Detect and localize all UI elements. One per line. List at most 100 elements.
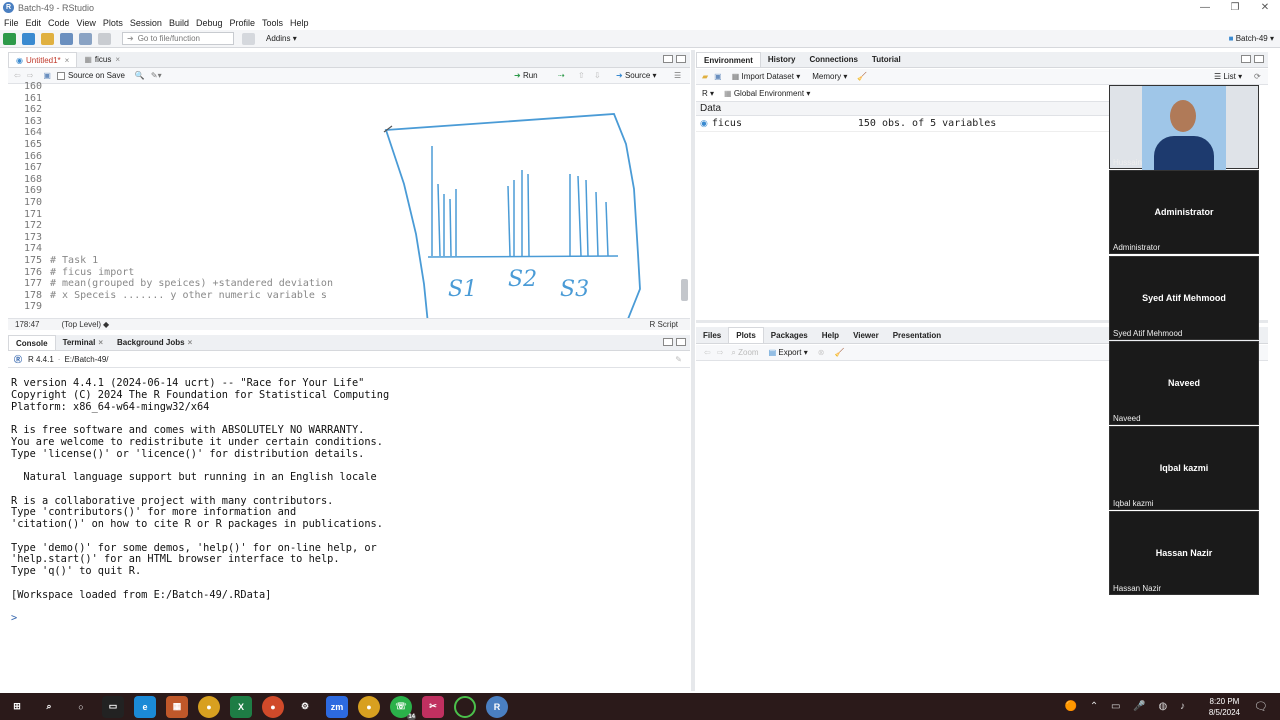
console-output[interactable]: R version 4.4.1 (2024-06-14 ucrt) -- "Ra… (8, 368, 690, 690)
code-line[interactable] (50, 81, 333, 93)
grid-layout-icon[interactable] (242, 32, 255, 45)
chrome-icon-3[interactable]: ● (358, 695, 380, 718)
code-line[interactable] (50, 232, 333, 244)
zoom-button[interactable]: ⌕ Zoom (731, 348, 758, 358)
close-tab-icon[interactable]: × (98, 338, 103, 347)
save-icon[interactable]: ▣ (43, 71, 51, 80)
task-view-icon[interactable]: ○ (70, 696, 92, 718)
minimize-pane-icon[interactable] (663, 55, 673, 63)
remove-plot-icon[interactable]: ⊗ (818, 348, 825, 357)
menu-file[interactable]: File (0, 18, 22, 28)
chrome-icon-2[interactable]: ● (262, 695, 284, 718)
broom-icon[interactable]: 🧹 (857, 72, 867, 81)
close-tab-icon[interactable]: × (188, 338, 193, 347)
tab-files[interactable]: Files (696, 327, 728, 343)
forward-icon[interactable]: ⇨ (27, 71, 34, 80)
tab-background-jobs[interactable]: Background Jobs × (110, 335, 199, 350)
whatsapp-icon[interactable]: ☏ 14 (390, 695, 416, 720)
chrome-icon[interactable]: ● (198, 695, 220, 718)
close-tab-icon[interactable]: × (65, 56, 70, 65)
system-clock[interactable]: 8:20 PM 8/5/2024 (1209, 696, 1240, 718)
scope-dropdown[interactable]: ▦ Global Environment ▾ (724, 89, 810, 98)
code-line[interactable] (50, 127, 333, 139)
tab-viewer[interactable]: Viewer (846, 327, 886, 343)
tab-help[interactable]: Help (815, 327, 846, 343)
menu-edit[interactable]: Edit (22, 18, 45, 28)
settings-icon[interactable]: ⚙ (294, 696, 316, 718)
menu-view[interactable]: View (73, 18, 99, 28)
tab-ficus[interactable]: ▦ ficus × (77, 52, 127, 67)
export-button[interactable]: ▤ Export ▾ (769, 348, 808, 357)
clear-plots-icon[interactable]: 🧹 (834, 348, 844, 357)
rerun-icon[interactable]: ⇢ (558, 71, 565, 80)
code-line[interactable] (50, 301, 333, 313)
load-workspace-icon[interactable]: ▰ (702, 72, 708, 81)
prev-plot-icon[interactable]: ⇦ (704, 348, 711, 357)
console-text[interactable]: R version 4.4.1 (2024-06-14 ucrt) -- "Ra… (11, 377, 389, 625)
expand-icon[interactable]: ◉ (700, 118, 708, 129)
save-icon[interactable] (60, 32, 73, 45)
tab-console[interactable]: Console (8, 335, 56, 350)
code-line[interactable]: # ficus import (50, 267, 333, 279)
menu-code[interactable]: Code (44, 18, 73, 28)
save-workspace-icon[interactable]: ▣ (714, 72, 722, 81)
participant-tile[interactable]: Iqbal kazmi Iqbal kazmi (1109, 426, 1259, 510)
edge-icon[interactable]: e (134, 695, 156, 718)
tab-plots[interactable]: Plots (728, 327, 764, 343)
next-plot-icon[interactable]: ⇨ (717, 348, 724, 357)
print-icon[interactable] (98, 32, 111, 45)
notification-icon[interactable]: 🗨 (1254, 700, 1268, 713)
menu-session[interactable]: Session (126, 18, 165, 28)
code-line[interactable] (50, 243, 333, 255)
search-icon[interactable]: ⌕ (38, 696, 60, 718)
code-line[interactable] (50, 162, 333, 174)
code-editor[interactable]: 160 161 162 163 164 165 166 167 168 169 170 171 172 1… (8, 81, 690, 318)
code-line[interactable] (50, 93, 333, 105)
code-line[interactable] (50, 185, 333, 197)
clear-console-icon[interactable]: ✎ (675, 355, 682, 364)
tab-environment[interactable]: Environment (696, 52, 761, 67)
wand-icon[interactable]: ✎▾ (151, 71, 162, 80)
menu-build[interactable]: Build (165, 18, 192, 28)
import-dataset-button[interactable]: ▦ Import Dataset ▾ (732, 72, 801, 81)
code-line[interactable] (50, 209, 333, 221)
code-line[interactable] (50, 151, 333, 163)
tab-packages[interactable]: Packages (764, 327, 815, 343)
menu-tools[interactable]: Tools (258, 18, 286, 28)
refresh-icon[interactable]: ⟳ (1254, 72, 1261, 81)
project-menu[interactable]: ■ Batch-49 ▾ (1229, 34, 1274, 43)
tab-presentation[interactable]: Presentation (886, 327, 948, 343)
windows-start-icon[interactable]: ⊞ (6, 696, 28, 718)
snipping-tool-icon[interactable]: ✂ (422, 695, 444, 718)
minimize-pane-icon[interactable] (663, 338, 673, 346)
source-on-save-checkbox[interactable] (56, 71, 65, 80)
maximize-pane-icon[interactable] (676, 338, 686, 346)
language-dropdown[interactable]: R ▾ (702, 89, 714, 98)
maximize-pane-icon[interactable] (1254, 55, 1264, 63)
maximize-pane-icon[interactable] (676, 55, 686, 63)
minimize-pane-icon[interactable] (1241, 55, 1251, 63)
participant-tile[interactable]: Hussain (1109, 85, 1259, 170)
tab-connections[interactable]: Connections (802, 52, 864, 67)
scope-indicator[interactable]: (Top Level) (61, 320, 101, 329)
participant-tile[interactable]: Syed Atif Mehmood Syed Atif Mehmood (1109, 256, 1259, 340)
restore-icon[interactable]: ❐ (1220, 0, 1250, 15)
code-line[interactable] (50, 174, 333, 186)
circle-app-icon[interactable] (454, 695, 476, 718)
pane-splitter[interactable] (691, 50, 695, 691)
menu-profile[interactable]: Profile (226, 18, 259, 28)
tab-untitled1[interactable]: ◉ Untitled1* × (8, 52, 78, 67)
participant-tile[interactable]: Naveed Naveed (1109, 341, 1259, 425)
zoom-app-icon[interactable]: zm (326, 695, 348, 718)
search-icon[interactable]: 🔍 (135, 71, 145, 80)
menu-debug[interactable]: Debug (192, 18, 226, 28)
open-file-icon[interactable] (41, 32, 54, 45)
close-icon[interactable]: ✕ (1250, 0, 1280, 15)
code-line[interactable] (50, 220, 333, 232)
tray-icons[interactable]: 🟠 ⌃ ▭ 🎤 ◍ ♪ (1065, 701, 1190, 712)
addins-button[interactable]: Addins ▾ (266, 34, 297, 43)
excel-icon[interactable]: X (230, 695, 252, 718)
new-project-icon[interactable] (22, 32, 35, 45)
code-text[interactable]: # Task 1 # ficus import # mean(grouped by … (50, 81, 333, 313)
tab-terminal[interactable]: Terminal × (56, 335, 110, 350)
